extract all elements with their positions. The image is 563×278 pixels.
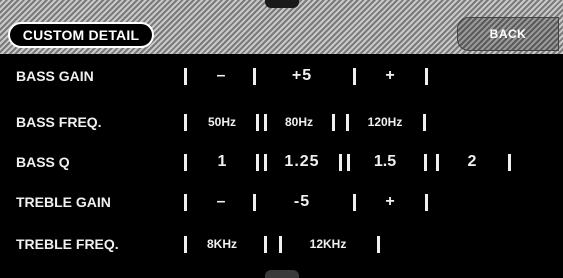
divider [508,154,511,171]
divider [425,68,428,85]
divider [377,236,380,253]
bass-q-option-1[interactable]: 1 [192,148,252,176]
divider [184,114,187,131]
divider [346,114,349,131]
bass-freq-row: BASS FREQ. 50Hz 80Hz 120Hz [0,108,563,136]
divider [253,68,256,85]
divider [184,236,187,253]
treble-gain-value: -5 [293,193,311,210]
bass-q-option-2[interactable]: 2 [444,148,500,176]
divider [353,68,356,85]
bass-q-row: BASS Q 1 1.25 1.5 2 [0,148,563,176]
header-bar: CUSTOM DETAIL BACK [0,0,563,54]
bass-q-option-1-25[interactable]: 1.25 [268,148,336,176]
divider [423,114,426,131]
bass-freq-option-120hz[interactable]: 120Hz [352,108,418,136]
bass-gain-label: BASS GAIN [16,68,94,84]
bass-freq-option-80hz[interactable]: 80Hz [270,108,328,136]
divider [253,194,256,211]
bass-freq-label: BASS FREQ. [16,114,102,130]
divider [332,114,335,131]
bass-gain-increase-button[interactable]: + [362,62,418,90]
treble-gain-increase-button[interactable]: + [362,188,418,216]
divider [436,154,439,171]
divider [339,154,342,171]
bottom-notch [265,270,299,278]
treble-freq-label: TREBLE FREQ. [16,236,119,252]
treble-gain-decrease-button[interactable]: – [196,188,246,216]
back-button[interactable]: BACK [457,17,559,51]
divider [264,114,267,131]
treble-gain-label: TREBLE GAIN [16,194,111,210]
treble-gain-row: TREBLE GAIN – -5 + [0,188,563,216]
bass-q-label: BASS Q [16,154,70,170]
divider [347,154,350,171]
divider [256,114,259,131]
divider [264,154,267,171]
divider [184,194,187,211]
divider [184,68,187,85]
divider [184,154,187,171]
top-notch [265,0,299,8]
settings-panel: BASS GAIN – +5 + BASS FREQ. 50Hz 80Hz 12… [0,54,563,278]
divider [264,236,267,253]
treble-freq-row: TREBLE FREQ. 8KHz 12KHz [0,230,563,258]
divider [425,194,428,211]
divider [279,236,282,253]
bass-freq-option-50hz[interactable]: 50Hz [192,108,252,136]
bass-gain-value: +5 [291,67,313,84]
treble-freq-option-8khz[interactable]: 8KHz [192,230,252,258]
bass-gain-decrease-button[interactable]: – [196,62,246,90]
bass-gain-row: BASS GAIN – +5 + [0,62,563,90]
page-title: CUSTOM DETAIL [8,22,154,48]
divider [424,154,427,171]
divider [353,194,356,211]
bass-q-option-1-5[interactable]: 1.5 [352,148,418,176]
divider [256,154,259,171]
treble-freq-option-12khz[interactable]: 12KHz [288,230,368,258]
